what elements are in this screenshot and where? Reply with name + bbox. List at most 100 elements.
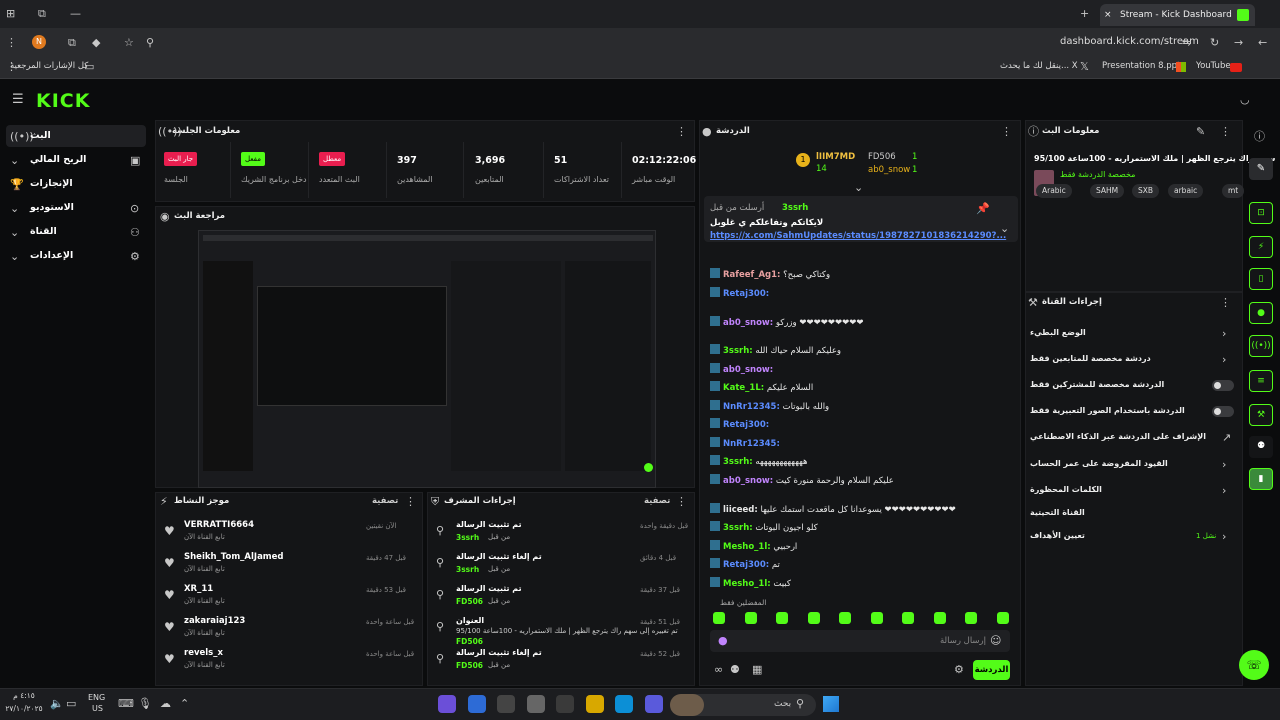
emote-icon[interactable]	[839, 612, 851, 624]
people-icon[interactable]: ⚉	[1249, 436, 1273, 458]
emote-icon[interactable]	[807, 612, 820, 624]
infinity-icon[interactable]: ∞	[714, 663, 723, 677]
forward-icon[interactable]: →	[1234, 36, 1243, 50]
chevron-down-icon[interactable]: ⌄	[1000, 222, 1009, 236]
keyboard-icon[interactable]: ⌨	[118, 697, 134, 711]
emoji-icon[interactable]: ☺	[990, 634, 1001, 648]
star-icon[interactable]: ☆	[124, 36, 134, 50]
channel-action[interactable]: الدردشة باستخدام الصور التعبيرية فقط	[1030, 406, 1185, 415]
chat-username[interactable]: Retaj300:	[723, 420, 769, 430]
sidebar-item-studio[interactable]: الاستوديو	[6, 198, 146, 218]
tag-chip[interactable]: arbaic	[1168, 184, 1204, 198]
activity-user[interactable]: Sheikh_Tom_AlJamed	[184, 552, 284, 562]
explorer-icon[interactable]	[585, 695, 604, 713]
channel-action[interactable]: الدردشة مخصصة للمشتركين فقط	[1030, 380, 1164, 389]
network-icon[interactable]: ▭	[66, 697, 76, 711]
panel-menu-icon[interactable]: ⋮	[1220, 296, 1231, 310]
obs-icon[interactable]	[497, 695, 515, 713]
chat-username[interactable]: 3ssrh:	[723, 346, 753, 356]
toggle-switch[interactable]	[1212, 380, 1234, 391]
channel-action[interactable]: الكلمات المحظورة	[1030, 485, 1102, 494]
broadcast-icon[interactable]: ((•))	[1249, 335, 1273, 357]
clock-date[interactable]: ٢٧/١٠/٢٠٢٥	[4, 704, 44, 713]
chevron-right-icon[interactable]: ›	[1222, 458, 1226, 472]
apps-icon[interactable]	[556, 695, 574, 713]
hamburger-icon[interactable]: ☰	[12, 93, 24, 107]
user-menu-icon[interactable]: ◡	[1240, 93, 1250, 107]
emote-icon[interactable]	[776, 612, 788, 624]
mic-icon[interactable]: ●	[718, 634, 728, 648]
chat-username[interactable]: ab0_snow:	[723, 476, 773, 486]
pinned-link[interactable]: https://x.com/SahmUpdates/status/1987827…	[710, 231, 1006, 241]
modaction-by[interactable]: 3ssrh	[456, 565, 479, 574]
extensions-icon[interactable]: ⧉	[68, 36, 76, 50]
chevron-right-icon[interactable]: ›	[1222, 353, 1226, 367]
chevron-right-icon[interactable]: ›	[1222, 327, 1226, 341]
edit-icon[interactable]: ✎	[1196, 125, 1205, 139]
emote-icon[interactable]	[744, 612, 757, 624]
tray-chevron-icon[interactable]: ⌃	[180, 697, 189, 711]
users-icon[interactable]: ⚉	[730, 663, 740, 677]
widget-thumbnail[interactable]	[670, 694, 704, 716]
chevron-right-icon[interactable]: ›	[1222, 530, 1226, 544]
volume-icon[interactable]: 🔈	[50, 697, 64, 711]
chat-username[interactable]: Rafeef_Ag1:	[723, 270, 780, 280]
puzzle-icon[interactable]: ◆	[92, 36, 100, 50]
stream-category[interactable]: مخصصة الدردشة فقط	[1060, 170, 1135, 179]
chat-username[interactable]: ab0_snow:	[723, 318, 773, 328]
modaction-by[interactable]: FD506	[456, 637, 483, 646]
chat-username[interactable]: 3ssrh:	[723, 523, 753, 533]
site-settings-icon[interactable]: ⇋	[1182, 36, 1191, 50]
card-icon[interactable]: ▯	[1249, 268, 1273, 290]
reload-icon[interactable]: ↻	[1210, 36, 1219, 50]
sidebar-item-monetization[interactable]: الربح المالي	[6, 150, 146, 170]
mic-tray-icon[interactable]: 🎙	[138, 697, 152, 711]
phone-icon[interactable]: ▮	[1249, 468, 1273, 490]
copilot-icon[interactable]	[644, 695, 663, 713]
chat-username[interactable]: NnRr12345:	[723, 402, 780, 412]
menu-dots-icon[interactable]: ⋮	[6, 36, 17, 50]
emote-icon[interactable]	[996, 612, 1009, 624]
emote-icon[interactable]	[870, 612, 883, 624]
url-text[interactable]: dashboard.kick.com/stream	[1060, 36, 1199, 47]
activity-user[interactable]: revels_x	[184, 648, 223, 658]
activity-filter[interactable]: تصفية	[372, 496, 398, 506]
sidebar-item-settings[interactable]: الإعدادات	[6, 246, 146, 266]
new-tab-icon[interactable]: +	[1080, 7, 1089, 21]
panel-menu-icon[interactable]: ⋮	[676, 125, 687, 139]
pin-icon[interactable]: 📌	[976, 202, 990, 216]
expand-icon[interactable]: ⌄	[854, 181, 863, 195]
modaction-by[interactable]: FD506	[456, 597, 483, 606]
language[interactable]: ENG	[88, 693, 105, 702]
browser-tab[interactable]: × Stream - Kick Dashboard	[1100, 4, 1255, 26]
chat-username[interactable]: ab0_snow:	[723, 365, 773, 375]
channel-action[interactable]: الوضع البطيء	[1030, 328, 1086, 337]
send-chat-button[interactable]: الدردشة	[973, 660, 1010, 680]
modaction-by[interactable]: FD506	[456, 661, 483, 670]
stream-preview-video[interactable]	[198, 230, 656, 488]
panel-menu-icon[interactable]: ⋮	[1001, 125, 1012, 139]
bookmark-youtube[interactable]: YouTube	[1196, 61, 1231, 71]
back-icon[interactable]: ←	[1258, 36, 1267, 50]
clock-time[interactable]: ٤:١٥ م	[4, 691, 44, 700]
pinned-author[interactable]: 3ssrh	[782, 203, 808, 213]
channel-action[interactable]: تعيين الأهداف	[1030, 531, 1085, 540]
tag-chip[interactable]: mt	[1222, 184, 1245, 198]
emote-icon[interactable]	[713, 612, 725, 624]
emote-icon[interactable]	[933, 612, 946, 624]
panel-menu-icon[interactable]: ⋮	[405, 495, 416, 509]
zoom-icon[interactable]: ⚲	[146, 36, 154, 50]
wrench-icon[interactable]: ⚒	[1249, 404, 1273, 426]
profile-avatar[interactable]: N	[32, 35, 46, 49]
grid-icon[interactable]: ⊞	[6, 7, 15, 21]
top-gifter-name[interactable]: lIIM7MD	[816, 152, 855, 162]
minimize-icon[interactable]: —	[70, 7, 81, 21]
channel-action[interactable]: الإشراف على الدردشة عبر الذكاء الاصطناعي	[1030, 432, 1206, 441]
tag-chip[interactable]: Arabic	[1036, 184, 1072, 198]
sidebar-item-achievements[interactable]: الإنجازات	[6, 174, 146, 194]
screen-icon[interactable]: ⊡	[1249, 202, 1273, 224]
channel-action[interactable]: دردشة مخصصة للمتابعين فقط	[1030, 354, 1151, 363]
chat-username[interactable]: Kate_1L:	[723, 383, 764, 393]
close-tab-icon[interactable]: ×	[1104, 4, 1112, 26]
modactions-filter[interactable]: تصفية	[644, 496, 670, 506]
